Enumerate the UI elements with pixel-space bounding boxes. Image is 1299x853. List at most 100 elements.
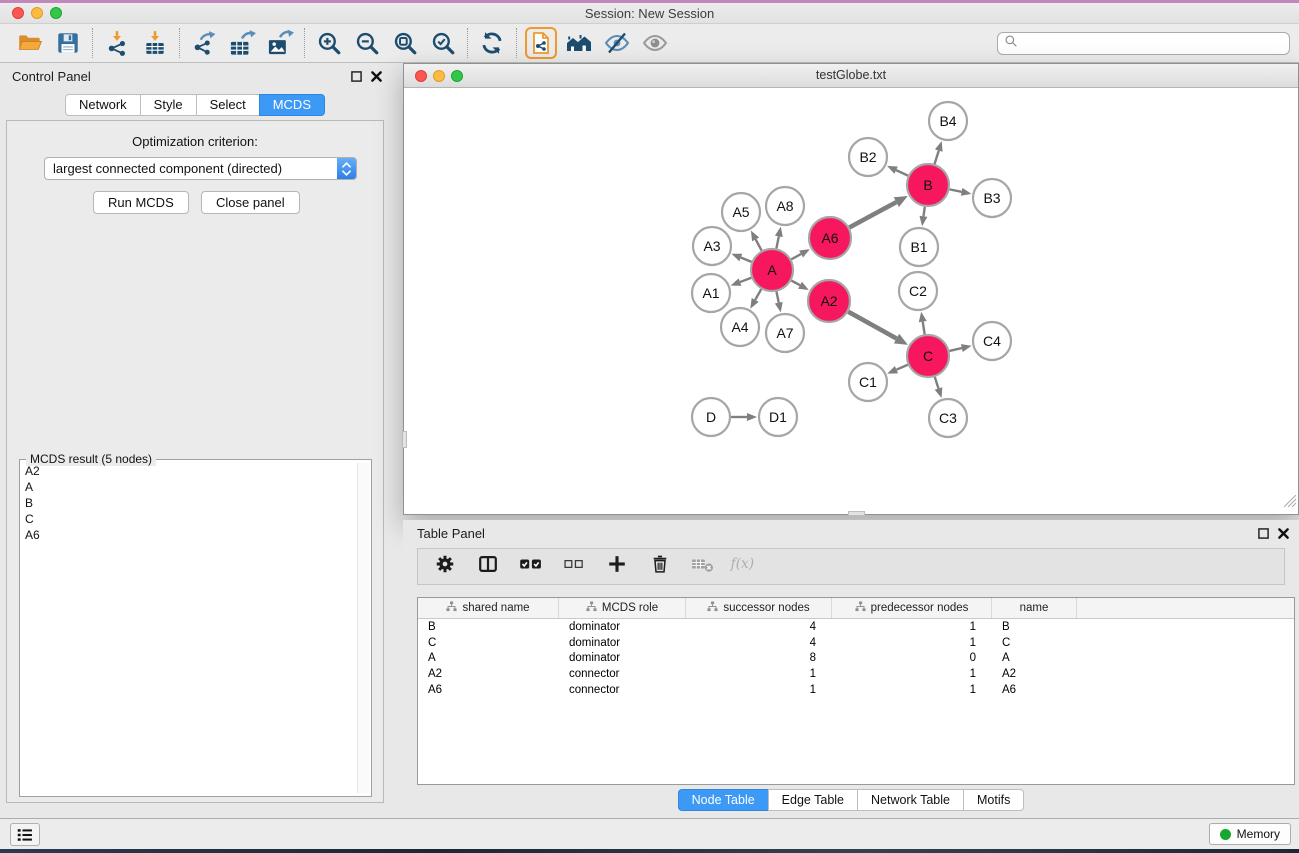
close-window-button[interactable] [12, 7, 24, 19]
home-icon [564, 31, 594, 55]
column-header-empty [1077, 598, 1294, 618]
edge-C-C4[interactable] [949, 348, 961, 351]
tab-style[interactable]: Style [140, 94, 197, 116]
zoom-in-button[interactable] [313, 27, 345, 59]
hide-eye-button[interactable] [601, 27, 633, 59]
resize-grip-icon[interactable] [1284, 495, 1297, 513]
tab-motifs[interactable]: Motifs [963, 789, 1024, 811]
result-item[interactable]: A2 [21, 463, 353, 479]
result-item[interactable]: B [21, 495, 353, 511]
edge-C-C1[interactable] [896, 365, 907, 370]
new-session-network-icon [529, 30, 553, 56]
column-header-predecessor-nodes[interactable]: predecessor nodes [832, 598, 992, 618]
edge-C-C2[interactable] [923, 322, 925, 335]
network-minimize-button[interactable] [433, 70, 445, 82]
save-session-icon [55, 30, 81, 56]
float-panel-icon[interactable] [1258, 526, 1269, 544]
save-session-button[interactable] [52, 27, 84, 59]
run-mcds-button[interactable]: Run MCDS [93, 191, 189, 214]
node-table[interactable]: shared nameMCDS rolesuccessor nodesprede… [417, 597, 1295, 785]
node-label-A7: A7 [776, 325, 793, 341]
table-row[interactable]: A6connector11A6 [418, 682, 1294, 698]
column-header-name[interactable]: name [992, 598, 1077, 618]
export-image-button[interactable] [264, 27, 296, 59]
arrowhead-icon [750, 298, 758, 309]
edge-C-C3[interactable] [935, 377, 939, 389]
tab-network[interactable]: Network [65, 94, 141, 116]
show-eye-button[interactable] [639, 27, 671, 59]
table-row[interactable]: Bdominator41B [418, 619, 1294, 635]
network-canvas[interactable]: AA1A2A3A4A5A6A7A8BB1B2B3B4CC1C2C3C4DD1 [404, 88, 1298, 514]
table-row[interactable]: Cdominator41C [418, 635, 1294, 651]
zoom-fit-button[interactable] [389, 27, 421, 59]
new-session-network-button[interactable] [525, 27, 557, 59]
tab-network-table[interactable]: Network Table [857, 789, 964, 811]
table-row[interactable]: Adominator80A [418, 651, 1294, 667]
tab-edge-table[interactable]: Edge Table [768, 789, 858, 811]
node-label-A8: A8 [776, 198, 793, 214]
columns-button[interactable] [475, 554, 501, 580]
result-scrollbar[interactable] [357, 463, 370, 793]
import-network-button[interactable] [101, 27, 133, 59]
deselect-checkbox-button[interactable] [561, 554, 587, 580]
edge-A-A6[interactable] [791, 254, 801, 259]
settings-gear-button[interactable] [432, 554, 458, 580]
criterion-dropdown[interactable]: largest connected component (directed) [44, 157, 357, 180]
edge-A-A4[interactable] [755, 289, 761, 300]
edge-A-A1[interactable] [740, 278, 751, 282]
result-item[interactable]: A6 [21, 527, 353, 543]
refresh-button[interactable] [476, 27, 508, 59]
close-panel-button[interactable]: Close panel [201, 191, 300, 214]
close-panel-icon[interactable] [371, 69, 382, 87]
dropdown-stepper-icon [337, 158, 356, 179]
network-zoom-button[interactable] [451, 70, 463, 82]
network-window-titlebar[interactable]: testGlobe.txt [404, 64, 1298, 88]
export-network-icon [191, 29, 217, 57]
edge-A-A3[interactable] [741, 258, 752, 262]
delete-row-trash-button[interactable] [647, 554, 673, 580]
network-close-button[interactable] [415, 70, 427, 82]
edge-B-B4[interactable] [935, 151, 939, 164]
zoom-selected-button[interactable] [427, 27, 459, 59]
edge-A-A7[interactable] [776, 292, 778, 303]
export-table-button[interactable] [226, 27, 258, 59]
memory-button[interactable]: Memory [1209, 823, 1291, 845]
control-panel-title: Control Panel [12, 69, 91, 84]
tab-mcds[interactable]: MCDS [259, 94, 325, 116]
task-history-button[interactable] [10, 823, 40, 846]
result-item[interactable]: A [21, 479, 353, 495]
edge-A-A5[interactable] [756, 239, 762, 250]
column-header-MCDS-role[interactable]: MCDS role [559, 598, 686, 618]
edge-B-B1[interactable] [923, 207, 924, 217]
home-button[interactable] [563, 27, 595, 59]
splitter-grip-left[interactable] [402, 431, 407, 448]
add-row-plus-button[interactable] [604, 554, 630, 580]
minimize-window-button[interactable] [31, 7, 43, 19]
search-input[interactable] [1022, 37, 1289, 51]
table-row[interactable]: A2connector11A2 [418, 666, 1294, 682]
tab-node-table[interactable]: Node Table [678, 789, 769, 811]
edge-A-A2[interactable] [791, 281, 800, 286]
splitter-grip-bottom[interactable] [848, 511, 865, 516]
column-header-successor-nodes[interactable]: successor nodes [686, 598, 832, 618]
close-panel-icon[interactable] [1278, 526, 1289, 544]
edge-A6-B[interactable] [849, 202, 896, 227]
memory-status-icon [1220, 829, 1231, 840]
edge-A2-C[interactable] [848, 312, 896, 339]
column-header-shared-name[interactable]: shared name [418, 598, 559, 618]
search-field[interactable] [997, 32, 1290, 55]
open-file-button[interactable] [14, 27, 46, 59]
edge-B-B2[interactable] [896, 170, 908, 176]
export-network-button[interactable] [188, 27, 220, 59]
result-item[interactable]: C [21, 511, 353, 527]
zoom-window-button[interactable] [50, 7, 62, 19]
select-all-checkbox-button[interactable] [518, 554, 544, 580]
zoom-out-button[interactable] [351, 27, 383, 59]
import-table-button[interactable] [139, 27, 171, 59]
tab-select[interactable]: Select [196, 94, 260, 116]
edge-B-B3[interactable] [950, 189, 962, 191]
edge-A-A8[interactable] [776, 236, 778, 248]
search-icon [1004, 34, 1018, 53]
refresh-icon [479, 30, 505, 56]
float-panel-icon[interactable] [351, 69, 362, 87]
